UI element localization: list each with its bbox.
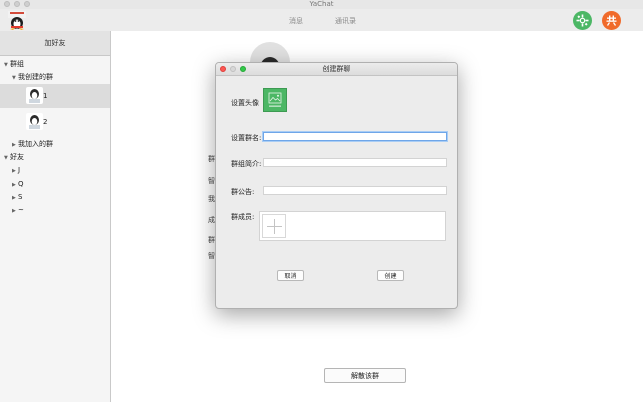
add-friend-button[interactable]: 加好友 [0,31,110,56]
window-close-button[interactable] [4,1,10,7]
group-info-label: 智 [208,252,215,260]
window-titlebar: YaChat [0,0,643,9]
group-name-label: 设置群名: [231,134,262,142]
avatar-label: 设置头像 [231,99,259,107]
puzzle-icon [576,14,589,27]
tab-contacts[interactable]: 通讯录 [335,16,356,26]
image-placeholder-icon [268,92,282,107]
group-row[interactable]: 2 [0,110,110,134]
group-info-label: 群 [208,155,215,163]
tree-item-label: 群组 [10,60,24,68]
window-title: YaChat [309,0,334,8]
tree-item-label: J [18,166,21,174]
dialog-minimize-button[interactable] [230,66,236,72]
window-zoom-button[interactable] [24,1,30,7]
tree-item-label: ~ [18,206,24,214]
create-group-dialog: 创建群聊 设置头像 设置群名: 群组简介: 群公告: 群成员: 取消 创建 [215,62,458,309]
group-intro-field[interactable] [263,158,447,167]
group-info-label: 智 [208,177,215,185]
penguin-avatar-icon [26,87,43,104]
tree-item-groups[interactable]: ▼ 群组 [4,59,24,69]
group-info-label: 群 [208,236,215,244]
tree-item-friend-group[interactable]: ▶ ~ [12,206,24,214]
group-name-field[interactable] [263,132,447,141]
group-name: 2 [43,118,48,126]
share-button[interactable] [602,11,621,30]
group-avatar-button[interactable] [263,88,287,112]
group-notice-label: 群公告: [231,188,255,196]
group-info-label: 成 [208,216,215,224]
tree-item-joined-groups[interactable]: ▶ 我加入的群 [12,139,53,149]
tab-messages[interactable]: 消息 [289,16,303,26]
tree-item-label: 我创建的群 [18,73,53,81]
cancel-button[interactable]: 取消 [277,270,304,281]
penguin-avatar-icon [26,113,43,130]
group-members-label: 群成员: [231,213,255,221]
group-intro-label: 群组简介: [231,160,262,168]
tree-item-my-created-groups[interactable]: ▼ 我创建的群 [12,72,53,82]
puzzle-button[interactable] [573,11,592,30]
tree-item-friend-group[interactable]: ▶ J [12,166,20,174]
contacts-sidebar: 加好友 ▼ 群组 ▼ 我创建的群 1 2 ▶ 我加入的群 ▼ 好友 ▶ J ▶ … [0,31,111,402]
create-button[interactable]: 创建 [377,270,404,281]
group-info-label: 我 [208,195,215,203]
tree-item-friend-group[interactable]: ▶ Q [12,180,24,188]
dialog-title: 创建群聊 [322,65,351,73]
plus-icon[interactable] [262,214,286,238]
dissolve-group-button[interactable]: 解散该群 [324,368,406,383]
top-toolbar: 消息 通讯录 [0,9,643,32]
group-row[interactable]: 1 [0,84,110,108]
tree-item-friends[interactable]: ▼ 好友 [4,152,24,162]
tree-item-label: Q [18,180,24,188]
tree-item-label: S [18,193,23,201]
group-notice-field[interactable] [263,186,447,195]
dialog-close-button[interactable] [220,66,226,72]
dialog-zoom-button[interactable] [240,66,246,72]
group-members-box [259,211,446,241]
tree-item-label: 我加入的群 [18,140,53,148]
window-minimize-button[interactable] [14,1,20,7]
dialog-titlebar: 创建群聊 [216,63,457,76]
tree-item-friend-group[interactable]: ▶ S [12,193,22,201]
group-name: 1 [43,92,48,100]
penguin-logo-icon [7,11,27,30]
share-icon [606,15,617,26]
tree-item-label: 好友 [10,153,24,161]
